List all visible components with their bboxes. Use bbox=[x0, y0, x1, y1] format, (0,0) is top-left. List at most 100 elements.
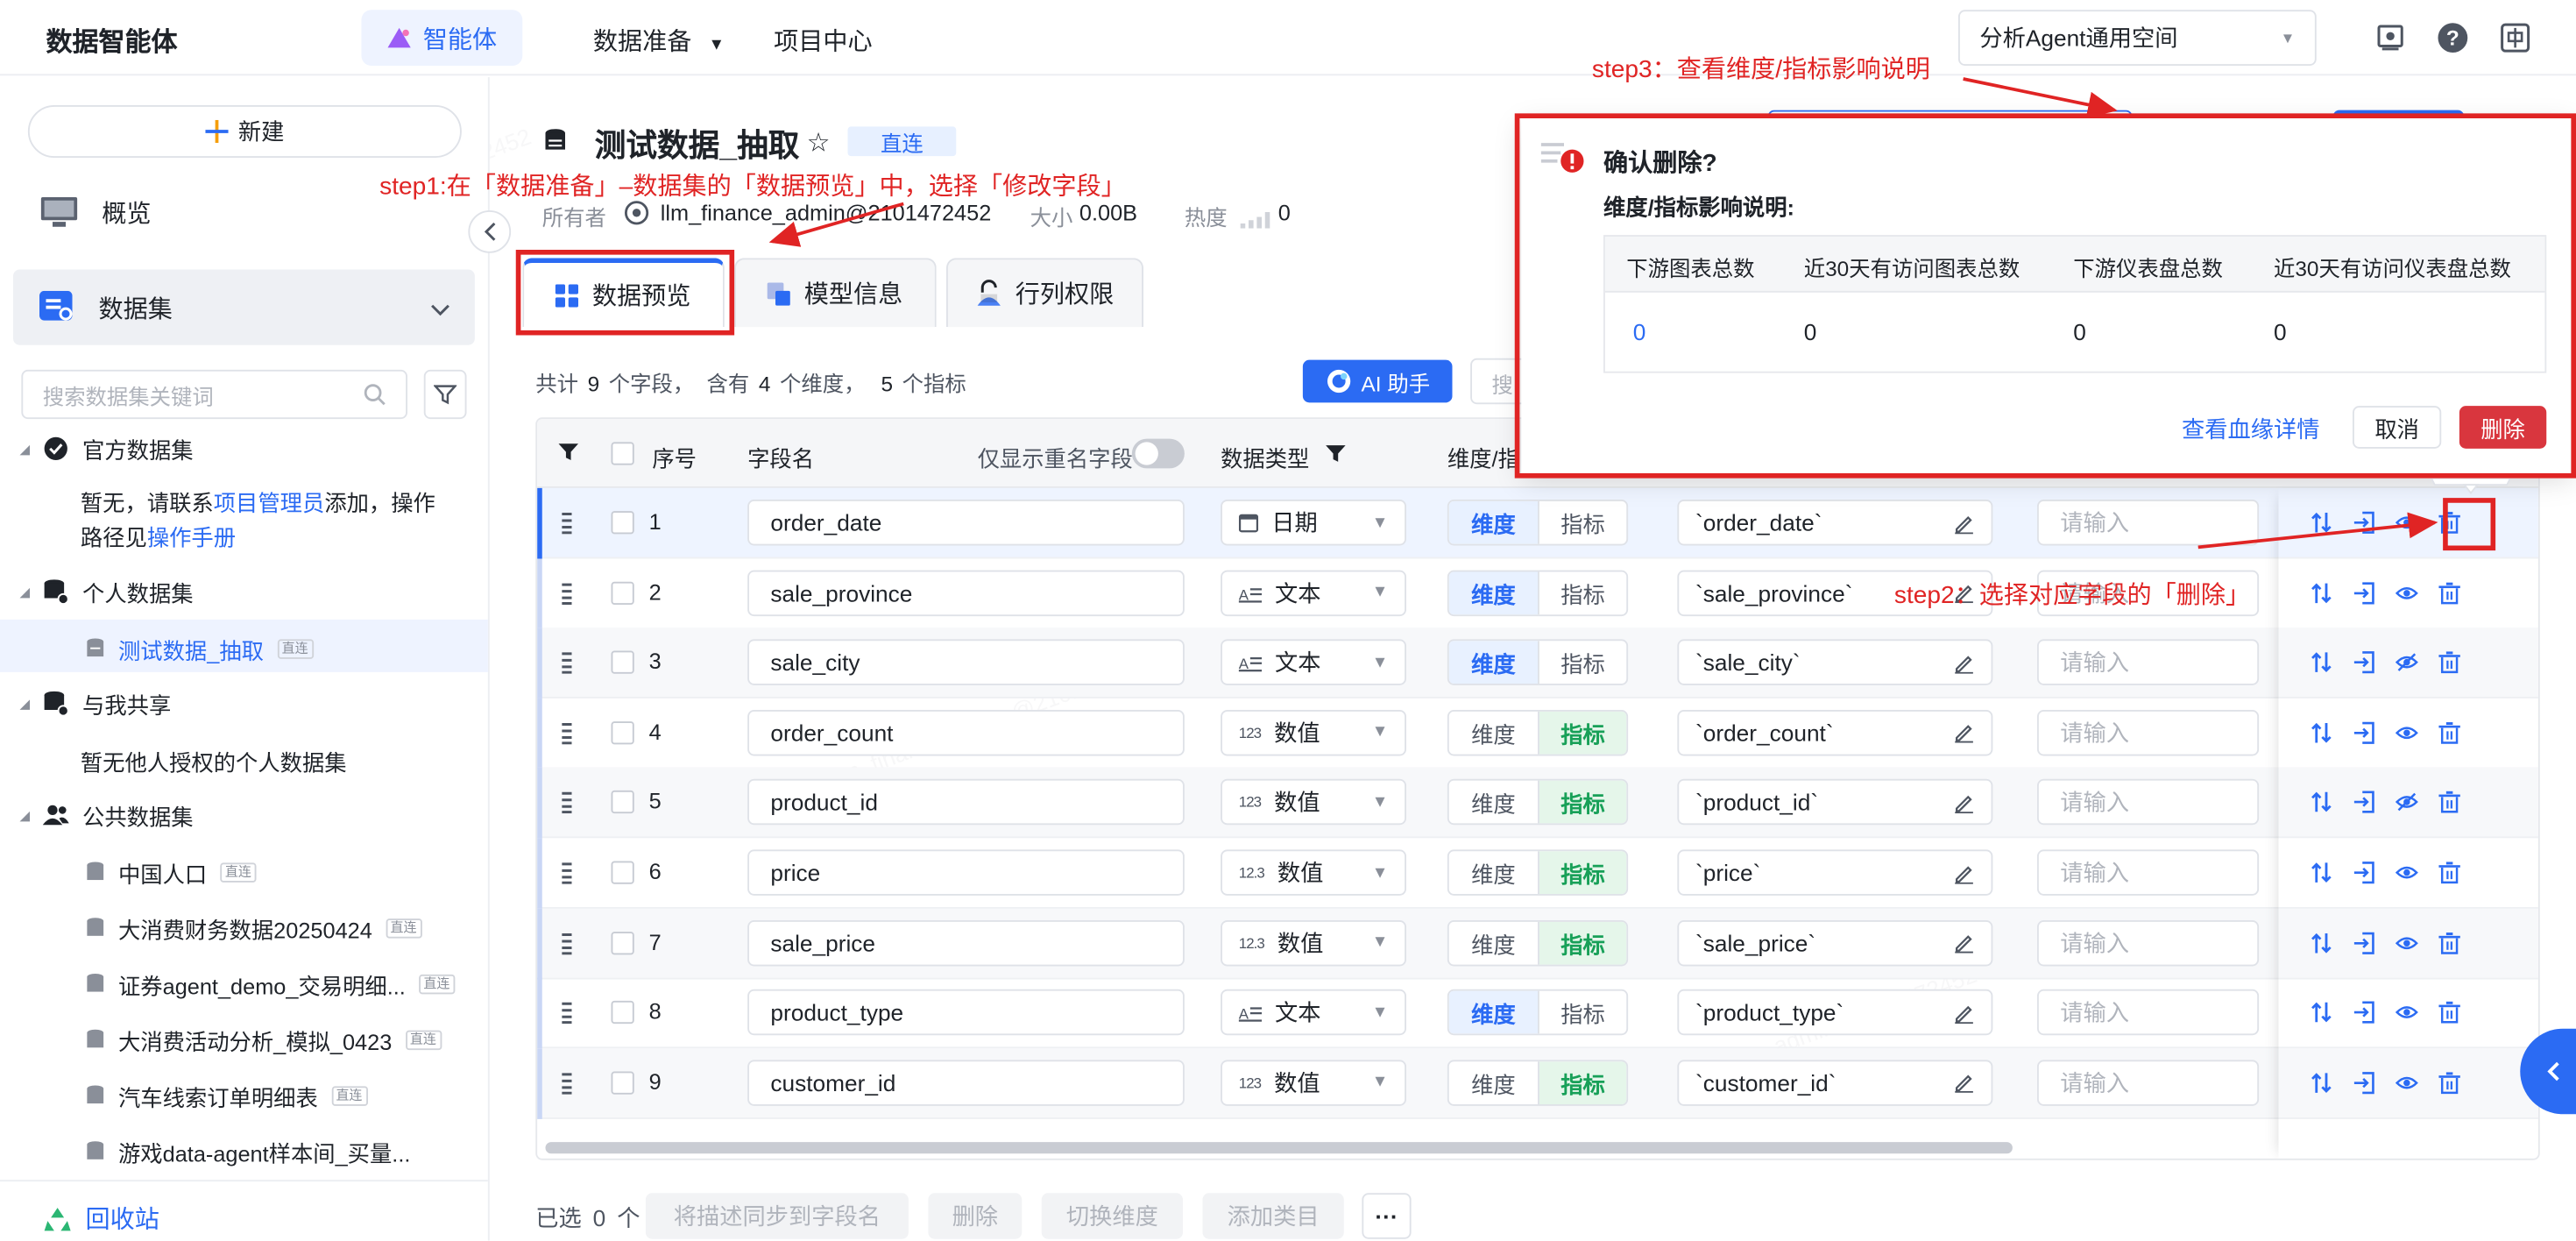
edit-icon[interactable] bbox=[1953, 1002, 1974, 1024]
dim-metric-switch[interactable]: 维度 指标 bbox=[1447, 1059, 1629, 1106]
field-name-input[interactable]: sale_city bbox=[747, 639, 1185, 686]
edit-icon[interactable] bbox=[1953, 512, 1974, 534]
row-checkbox[interactable] bbox=[611, 791, 634, 814]
expression-input[interactable]: `order_date` bbox=[1677, 500, 1993, 546]
tree-personal[interactable]: ◢ 个人数据集 bbox=[20, 575, 194, 608]
metric-option[interactable]: 指标 bbox=[1538, 921, 1627, 964]
dim-metric-switch[interactable]: 维度 指标 bbox=[1447, 500, 1629, 546]
drag-handle-icon[interactable] bbox=[562, 651, 572, 679]
description-input[interactable]: 请输入 bbox=[2037, 709, 2260, 756]
chevron-down-icon[interactable] bbox=[430, 296, 450, 323]
row-checkbox[interactable] bbox=[611, 720, 634, 744]
description-input[interactable]: 请输入 bbox=[2037, 849, 2260, 896]
dim-option[interactable]: 维度 bbox=[1448, 990, 1538, 1034]
metric-option[interactable]: 指标 bbox=[1538, 571, 1626, 614]
data-type-select[interactable]: 12.3 数值 ▼ bbox=[1221, 849, 1406, 896]
nav-data-prep[interactable]: 数据准备 ▼ bbox=[593, 23, 725, 57]
dim-option[interactable]: 维度 bbox=[1449, 1061, 1538, 1104]
dim-option[interactable]: 维度 bbox=[1448, 571, 1538, 614]
new-button[interactable]: 新建 bbox=[27, 105, 462, 158]
dim-metric-switch[interactable]: 维度 指标 bbox=[1447, 709, 1629, 756]
horizontal-scrollbar[interactable] bbox=[545, 1142, 2013, 1154]
description-input[interactable]: 请输入 bbox=[2037, 500, 2260, 546]
expression-input[interactable]: `customer_id` bbox=[1677, 1059, 1993, 1106]
field-name-input[interactable]: price bbox=[747, 849, 1185, 896]
data-type-select[interactable]: 123 数值 ▼ bbox=[1221, 709, 1406, 756]
metric-option[interactable]: 指标 bbox=[1538, 711, 1627, 755]
dim-metric-switch[interactable]: 维度 指标 bbox=[1447, 919, 1629, 966]
space-select[interactable]: 分析Agent通用空间 ▼ bbox=[1958, 10, 2317, 66]
data-type-select[interactable]: A 文本 ▼ bbox=[1221, 569, 1406, 616]
add-category-button[interactable]: 添加类目 bbox=[1202, 1193, 1344, 1239]
tree-item-public-0[interactable]: 中国人口 直连 bbox=[86, 856, 257, 890]
description-input[interactable]: 请输入 bbox=[2037, 989, 2260, 1036]
dim-metric-switch[interactable]: 维度 指标 bbox=[1447, 569, 1629, 616]
field-name-input[interactable]: sale_price bbox=[747, 919, 1185, 966]
collapse-sidebar-button[interactable] bbox=[468, 210, 512, 253]
tree-item-public-3[interactable]: 大消费活动分析_模拟_0423 直连 bbox=[86, 1024, 442, 1057]
dim-option[interactable]: 维度 bbox=[1449, 921, 1538, 964]
tree-public[interactable]: ◢ 公共数据集 bbox=[20, 798, 194, 832]
field-name-input[interactable]: customer_id bbox=[747, 1059, 1185, 1106]
dim-option[interactable]: 维度 bbox=[1448, 641, 1538, 684]
description-input[interactable]: 请输入 bbox=[2037, 1059, 2260, 1106]
expression-input[interactable]: `product_type` bbox=[1677, 989, 1993, 1036]
row-checkbox[interactable] bbox=[611, 580, 634, 605]
dim-option[interactable]: 维度 bbox=[1449, 781, 1538, 824]
more-button[interactable]: ··· bbox=[1362, 1193, 1412, 1239]
edit-icon[interactable] bbox=[1953, 862, 1974, 883]
dataset-search-input[interactable]: 搜索数据集关键词 bbox=[21, 369, 407, 420]
filter-button[interactable] bbox=[423, 369, 467, 420]
drag-handle-icon[interactable] bbox=[562, 511, 572, 539]
edit-icon[interactable] bbox=[1953, 932, 1974, 954]
header-filter-icon[interactable] bbox=[558, 442, 578, 466]
drag-handle-icon[interactable] bbox=[562, 862, 572, 890]
row-checkbox[interactable] bbox=[611, 861, 634, 884]
metric-option[interactable]: 指标 bbox=[1538, 1060, 1627, 1104]
dim-option[interactable]: 维度 bbox=[1449, 851, 1538, 894]
edit-icon[interactable] bbox=[1953, 1072, 1974, 1094]
drag-handle-icon[interactable] bbox=[562, 1001, 572, 1029]
tree-item-public-5[interactable]: 游戏data-agent样本间_买量... bbox=[86, 1136, 410, 1169]
data-type-select[interactable]: 日期 ▼ bbox=[1221, 500, 1406, 546]
metric-option[interactable]: 指标 bbox=[1538, 990, 1626, 1034]
drag-handle-icon[interactable] bbox=[562, 791, 572, 819]
tree-item-personal-dataset[interactable]: 测试数据_抽取 直连 bbox=[86, 633, 314, 666]
metric-option[interactable]: 指标 bbox=[1538, 781, 1627, 825]
row-checkbox[interactable] bbox=[611, 511, 634, 535]
admin-link[interactable]: 项目管理员 bbox=[214, 492, 325, 516]
edit-icon[interactable] bbox=[1953, 792, 1974, 813]
data-type-select[interactable]: 123 数值 ▼ bbox=[1221, 779, 1406, 826]
row-checkbox[interactable] bbox=[611, 931, 634, 954]
field-name-input[interactable]: order_count bbox=[747, 709, 1185, 756]
metric-option[interactable]: 指标 bbox=[1538, 641, 1626, 684]
favorite-star-icon[interactable]: ☆ bbox=[807, 126, 831, 160]
drag-handle-icon[interactable] bbox=[562, 931, 572, 959]
dim-option[interactable]: 维度 bbox=[1448, 500, 1538, 544]
expression-input[interactable]: `order_count` bbox=[1677, 709, 1993, 756]
bulk-delete-button[interactable]: 删除 bbox=[928, 1193, 1023, 1239]
tree-official[interactable]: ◢ 官方数据集 bbox=[20, 432, 194, 465]
expression-input[interactable]: `sale_price` bbox=[1677, 919, 1993, 966]
expression-input[interactable]: `price` bbox=[1677, 849, 1993, 896]
data-type-select[interactable]: A 文本 ▼ bbox=[1221, 639, 1406, 686]
dim-metric-switch[interactable]: 维度 指标 bbox=[1447, 779, 1629, 826]
dim-metric-switch[interactable]: 维度 指标 bbox=[1447, 989, 1629, 1036]
sidebar-item-datasets[interactable]: 数据集 bbox=[39, 283, 173, 332]
switch-dim-button[interactable]: 切换维度 bbox=[1041, 1193, 1183, 1239]
data-type-select[interactable]: 123 数值 ▼ bbox=[1221, 1059, 1406, 1106]
tree-item-public-1[interactable]: 大消费财务数据20250424 直连 bbox=[86, 912, 422, 946]
field-name-input[interactable]: product_id bbox=[747, 779, 1185, 826]
settings-icon[interactable] bbox=[2374, 21, 2407, 54]
tab-row-col-permission[interactable]: 行列权限 bbox=[946, 258, 1143, 328]
metric-option[interactable]: 指标 bbox=[1538, 851, 1627, 894]
dup-only-toggle[interactable] bbox=[1131, 438, 1185, 469]
nav-projects[interactable]: 项目中心 bbox=[774, 23, 873, 57]
sidebar-item-overview[interactable]: 概览 bbox=[39, 188, 152, 237]
language-icon[interactable] bbox=[2499, 21, 2532, 54]
edit-icon[interactable] bbox=[1953, 722, 1974, 744]
drag-handle-icon[interactable] bbox=[562, 1071, 572, 1099]
field-name-input[interactable]: product_type bbox=[747, 989, 1185, 1036]
type-filter-icon[interactable] bbox=[1326, 443, 1346, 468]
select-all-checkbox[interactable] bbox=[611, 442, 634, 465]
